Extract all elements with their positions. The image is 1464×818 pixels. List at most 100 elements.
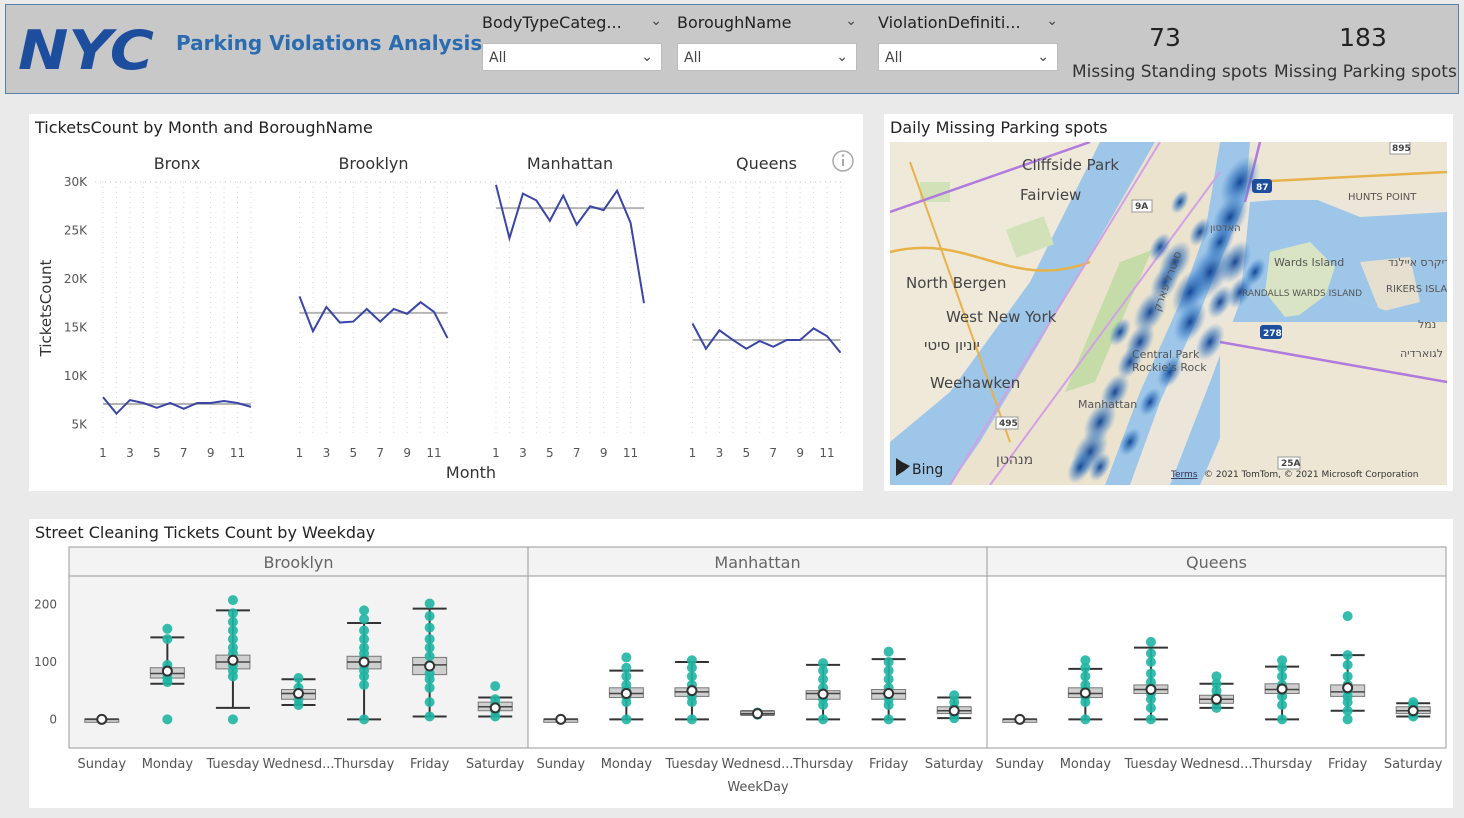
map-label: Fairview <box>1020 186 1081 204</box>
data-point[interactable] <box>883 646 894 657</box>
x-tick-label: 9 <box>600 446 608 460</box>
slicer-borough-header[interactable]: BoroughName ⌄ <box>677 13 857 35</box>
slicer-borough-dropdown[interactable]: All ⌄ <box>677 43 857 71</box>
data-point[interactable] <box>424 611 435 622</box>
terms-link[interactable]: Terms <box>1170 470 1198 480</box>
data-point[interactable] <box>424 642 435 653</box>
data-point[interactable] <box>1080 655 1091 666</box>
data-point[interactable] <box>818 674 829 685</box>
data-point[interactable] <box>621 714 632 725</box>
data-point[interactable] <box>227 595 238 606</box>
chevron-down-icon[interactable]: ⌄ <box>845 13 857 29</box>
data-point[interactable] <box>1342 659 1353 670</box>
data-point[interactable] <box>818 658 829 669</box>
data-point[interactable] <box>621 662 632 673</box>
data-point[interactable] <box>1342 671 1353 682</box>
data-point[interactable] <box>162 623 173 634</box>
data-point[interactable] <box>359 605 370 616</box>
data-point[interactable] <box>162 714 173 725</box>
data-point[interactable] <box>1342 714 1353 725</box>
x-tick-label: Tuesday <box>664 757 718 772</box>
chevron-down-icon[interactable]: ⌄ <box>1046 13 1058 29</box>
data-point[interactable] <box>162 634 173 645</box>
series-line-queens[interactable] <box>691 323 842 354</box>
data-point[interactable] <box>424 622 435 633</box>
data-point[interactable] <box>1342 705 1353 716</box>
data-point[interactable] <box>424 711 435 722</box>
data-point[interactable] <box>227 634 238 645</box>
data-point[interactable] <box>1145 702 1156 713</box>
x-tick-label: 1 <box>492 446 500 460</box>
y-tick-label: 10K <box>64 369 88 383</box>
chevron-down-icon[interactable]: ⌄ <box>650 13 662 29</box>
data-point[interactable] <box>424 598 435 609</box>
x-tick-label: Sunday <box>77 757 126 772</box>
x-tick-label: Monday <box>1060 757 1112 772</box>
chevron-down-icon: ⌄ <box>641 49 653 65</box>
slicer-violation-dropdown[interactable]: All ⌄ <box>878 43 1058 71</box>
data-point[interactable] <box>293 673 304 684</box>
data-point[interactable] <box>227 616 238 627</box>
x-tick-label: 3 <box>716 446 724 460</box>
data-point[interactable] <box>1211 671 1222 682</box>
data-point[interactable] <box>1145 648 1156 659</box>
x-tick-label: Saturday <box>925 757 984 772</box>
data-point[interactable] <box>1277 655 1288 666</box>
data-point[interactable] <box>359 625 370 636</box>
line-chart-panel[interactable]: TicketsCount by Month and BoroughName 5K… <box>29 114 863 491</box>
x-tick-label: 11 <box>623 446 638 460</box>
data-point[interactable] <box>1342 650 1353 661</box>
data-point[interactable] <box>359 614 370 624</box>
data-point[interactable] <box>686 714 697 725</box>
data-point[interactable] <box>621 652 632 663</box>
x-tick-label: Tuesday <box>205 757 259 772</box>
series-line-manhattan[interactable] <box>495 184 645 304</box>
data-point[interactable] <box>883 665 894 676</box>
series-line-brooklyn[interactable] <box>298 296 449 339</box>
series-line-bronx[interactable] <box>102 396 252 416</box>
data-point[interactable] <box>424 651 435 662</box>
slicer-body-type-header[interactable]: BodyTypeCateg... ⌄ <box>482 13 662 35</box>
slicer-violation-header[interactable]: ViolationDefiniti... ⌄ <box>878 13 1058 35</box>
data-point[interactable] <box>818 714 829 725</box>
data-point[interactable] <box>1080 671 1091 682</box>
data-point[interactable] <box>359 679 370 690</box>
data-point[interactable] <box>883 657 894 667</box>
data-point[interactable] <box>227 714 238 725</box>
data-point[interactable] <box>686 671 697 682</box>
data-point[interactable] <box>686 655 697 666</box>
x-tick-label: Thursday <box>333 757 395 772</box>
data-point[interactable] <box>227 625 238 636</box>
data-point[interactable] <box>359 714 370 725</box>
slicer-borough: BoroughName ⌄ All ⌄ <box>677 13 857 71</box>
info-icon[interactable] <box>831 149 855 173</box>
data-point[interactable] <box>621 671 632 682</box>
data-point[interactable] <box>1080 714 1091 725</box>
data-point[interactable] <box>359 642 370 653</box>
data-point[interactable] <box>949 690 960 701</box>
data-point[interactable] <box>424 682 435 693</box>
x-tick-label: 1 <box>99 446 107 460</box>
heat-map[interactable]: Cliffside Park Fairview North Bergen Wes… <box>890 142 1447 485</box>
data-point[interactable] <box>424 634 435 645</box>
data-point[interactable] <box>227 642 238 653</box>
data-point[interactable] <box>1145 636 1156 647</box>
data-point[interactable] <box>883 674 894 685</box>
data-point[interactable] <box>1277 714 1288 725</box>
data-point[interactable] <box>359 634 370 645</box>
x-tick-label: Monday <box>142 757 194 772</box>
data-point[interactable] <box>883 714 894 725</box>
map-panel[interactable]: Daily Missing Parking spots Cliffside Pa… <box>884 114 1453 491</box>
data-point[interactable] <box>1145 657 1156 667</box>
data-point[interactable] <box>1342 611 1353 622</box>
slicer-body-type-dropdown[interactable]: All ⌄ <box>482 43 662 71</box>
data-point[interactable] <box>1145 714 1156 725</box>
data-point[interactable] <box>1277 700 1288 710</box>
data-point[interactable] <box>1145 668 1156 679</box>
y-tick-label: 0 <box>49 712 57 726</box>
data-point[interactable] <box>227 608 238 619</box>
data-point[interactable] <box>490 681 501 692</box>
data-point[interactable] <box>424 697 435 708</box>
box-chart-panel[interactable]: Street Cleaning Tickets Count by Weekday… <box>29 519 1453 808</box>
data-point[interactable] <box>1277 671 1288 682</box>
